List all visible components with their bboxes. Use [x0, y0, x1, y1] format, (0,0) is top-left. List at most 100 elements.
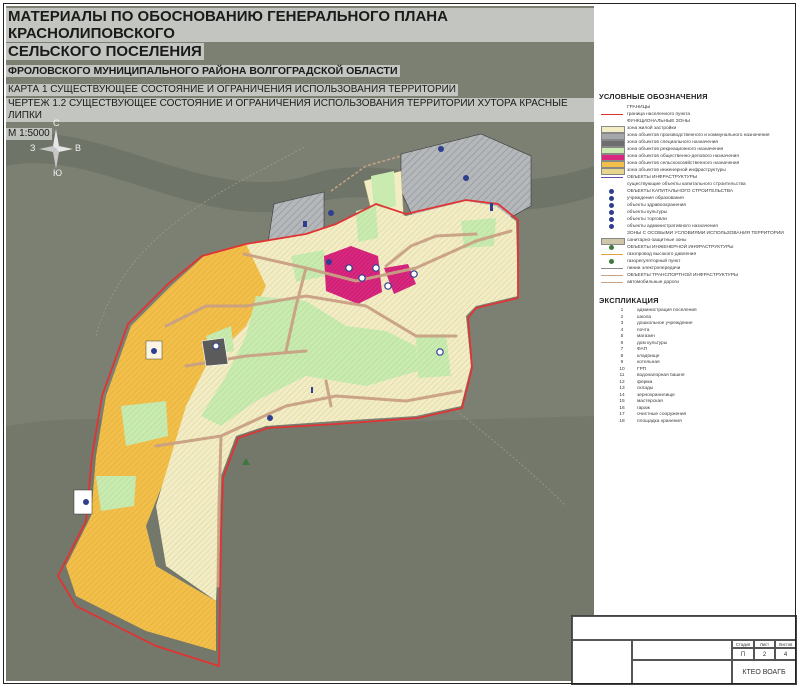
explication-text: площадка хранения — [637, 418, 682, 424]
legend-label: ОБЪЕКТЫ КАПИТАЛЬНОГО СТРОИТЕЛЬСТВА — [627, 189, 734, 194]
stamp-signatures — [572, 640, 632, 684]
legend-label: зона объектов специального назначения — [627, 140, 719, 145]
legend-swatch — [609, 259, 614, 264]
legend-label: зона объектов рекреационного назначения — [627, 147, 724, 152]
pump-icon — [490, 203, 493, 211]
legend-item: зона объектов специального назначения — [597, 139, 795, 147]
legend-swatch — [601, 114, 623, 115]
stamp-stage-value: П — [732, 648, 754, 660]
legend-swatch — [609, 217, 614, 222]
recreation-zone — [416, 334, 451, 378]
explication-row: 18 площадка хранения — [597, 419, 795, 426]
legend-item: зона объектов общественно-делового назна… — [597, 153, 795, 161]
stamp-stage-label: Стадия — [732, 640, 754, 648]
legend-label: зона объектов производственного и коммун… — [627, 133, 770, 138]
facility-icon — [328, 210, 334, 216]
stamp-sheet-label: Лист — [754, 640, 775, 648]
title-block: МАТЕРИАЛЫ ПО ОБОСНОВАНИЮ ГЕНЕРАЛЬНОГО ПЛ… — [6, 8, 596, 141]
legend-swatch — [601, 275, 623, 276]
legend-swatch — [609, 224, 614, 229]
legend-item: санитарно-защитные зоны — [597, 237, 795, 245]
recreation-zone — [96, 476, 136, 511]
legend-item: газорегуляторный пункт — [597, 258, 795, 265]
stamp-sheets-value: 4 — [775, 648, 796, 660]
water-tower-icon — [303, 221, 307, 227]
stamp-drawing — [632, 660, 732, 684]
map-name: КАРТА 1 СУЩЕСТВУЮЩЕЕ СОСТОЯНИЕ И ОГРАНИЧ… — [6, 84, 458, 96]
title-line-2: СЕЛЬСКОГО ПОСЕЛЕНИЯ — [6, 43, 204, 60]
legend-item: ОБЪЕКТЫ ИНФРАСТРУКТУРЫ — [597, 174, 795, 181]
sheet-name: ЧЕРТЕЖ 1.2 СУЩЕСТВУЮЩЕЕ СОСТОЯНИЕ И ОГРА… — [6, 98, 596, 122]
facility-icon — [151, 348, 157, 354]
legend-label: граница населенного пункта — [627, 112, 691, 117]
explication-number: 18 — [619, 418, 625, 424]
legend-label: газопровод высокого давления — [627, 252, 697, 257]
legend-label: объекты торговли — [627, 217, 667, 222]
legend-swatch — [601, 119, 623, 124]
legend-swatch — [609, 189, 614, 194]
facility-icon — [326, 259, 332, 265]
facility-icon — [436, 348, 444, 356]
legend-item: объекты культуры — [597, 209, 795, 216]
legend-item: объекты административного назначения — [597, 223, 795, 230]
legend-label: существующие объекты капитального строит… — [627, 182, 746, 187]
legend-swatch — [609, 210, 614, 215]
legend-item: линии электропередачи — [597, 265, 795, 272]
legend-item: учреждения образования — [597, 195, 795, 202]
legend-item: зона объектов инженерной инфраструктуры — [597, 167, 795, 175]
legend-item: зона объектов сельскохозяйственного назн… — [597, 160, 795, 168]
facility-icon — [83, 499, 89, 505]
stamp-sheet-value: 2 — [754, 648, 775, 660]
facility-icon — [345, 264, 353, 272]
legend-label: ФУНКЦИОНАЛЬНЫЕ ЗОНЫ — [627, 119, 691, 124]
legend-label: ОБЪЕКТЫ ИНФРАСТРУКТУРЫ — [627, 175, 698, 180]
stamp-company: КТЕО ВОАГБ — [732, 660, 796, 684]
stamp-sheets-label: Листов — [775, 640, 796, 648]
legend-label: объекты здравоохранения — [627, 203, 687, 208]
legend-item: ГРАНИЦЫ — [597, 104, 795, 111]
legend-item: зона объектов рекреационного назначения — [597, 146, 795, 154]
facility-icon — [463, 175, 469, 181]
legend-panel: УСЛОВНЫЕ ОБОЗНАЧЕНИЯ ГРАНИЦЫ граница насе… — [597, 92, 795, 622]
cemetery-zone — [201, 337, 229, 367]
legend-item: газопровод высокого давления — [597, 251, 795, 258]
legend-item: объекты торговли — [597, 216, 795, 223]
compass-south-label: Ю — [53, 168, 63, 178]
legend-swatch — [601, 282, 623, 283]
legend-swatch — [601, 182, 623, 187]
stamp-project — [632, 640, 732, 660]
legend-item: зона объектов производственного и коммун… — [597, 132, 795, 140]
scale-label: М 1:5000 — [6, 128, 52, 140]
legend-label: объекты культуры — [627, 210, 668, 215]
legend-swatch — [601, 177, 623, 178]
legend-swatch — [609, 245, 614, 250]
legend-label: санитарно-защитные зоны — [627, 238, 687, 243]
legend-item: ФУНКЦИОНАЛЬНЫЕ ЗОНЫ — [597, 118, 795, 125]
legend-label: ГРАНИЦЫ — [627, 105, 651, 110]
legend-swatch — [601, 105, 623, 110]
facility-icon — [438, 146, 444, 152]
explication-list: 1 администрация поселения 2 школа 3 дошкольно… — [597, 308, 795, 425]
title-line-3: ФРОЛОВСКОГО МУНИЦИПАЛЬНОГО РАЙОНА ВОЛГОГ… — [6, 65, 400, 77]
legend-label: зона объектов общественно-делового назна… — [627, 154, 739, 159]
legend-label: газорегуляторный пункт — [627, 259, 681, 264]
facility-icon — [212, 342, 220, 350]
legend-item: ОБЪЕКТЫ ИНЖЕНЕРНОЙ ИНФРАСТРУКТУРЫ — [597, 244, 795, 251]
legend-item: существующие объекты капитального строит… — [597, 181, 795, 188]
legend-item: ОБЪЕКТЫ КАПИТАЛЬНОГО СТРОИТЕЛЬСТВА — [597, 188, 795, 195]
compass-east-label: В — [75, 143, 82, 153]
legend-label: учреждения образования — [627, 196, 684, 201]
legend-swatch — [601, 268, 623, 269]
legend-label: объекты административного назначения — [627, 224, 718, 229]
facility-icon — [358, 274, 366, 282]
legend-list: ГРАНИЦЫ граница населенного пункта ФУНКЦИО… — [597, 104, 795, 286]
legend-label: зона объектов сельскохозяйственного назн… — [627, 161, 740, 166]
legend-label: ОБЪЕКТЫ ИНЖЕНЕРНОЙ ИНФРАСТРУКТУРЫ — [627, 245, 734, 250]
legend-label: автомобильные дороги — [627, 280, 679, 285]
legend-item: граница населенного пункта — [597, 111, 795, 118]
legend-label: линии электропередачи — [627, 266, 681, 271]
legend-item: зона жилой застройки — [597, 125, 795, 133]
explication-heading: ЭКСПЛИКАЦИЯ — [599, 296, 659, 305]
legend-item: ЗОНЫ С ОСОБЫМИ УСЛОВИЯМИ ИСПОЛЬЗОВАНИЯ Т… — [597, 230, 795, 237]
facility-icon — [384, 282, 392, 290]
